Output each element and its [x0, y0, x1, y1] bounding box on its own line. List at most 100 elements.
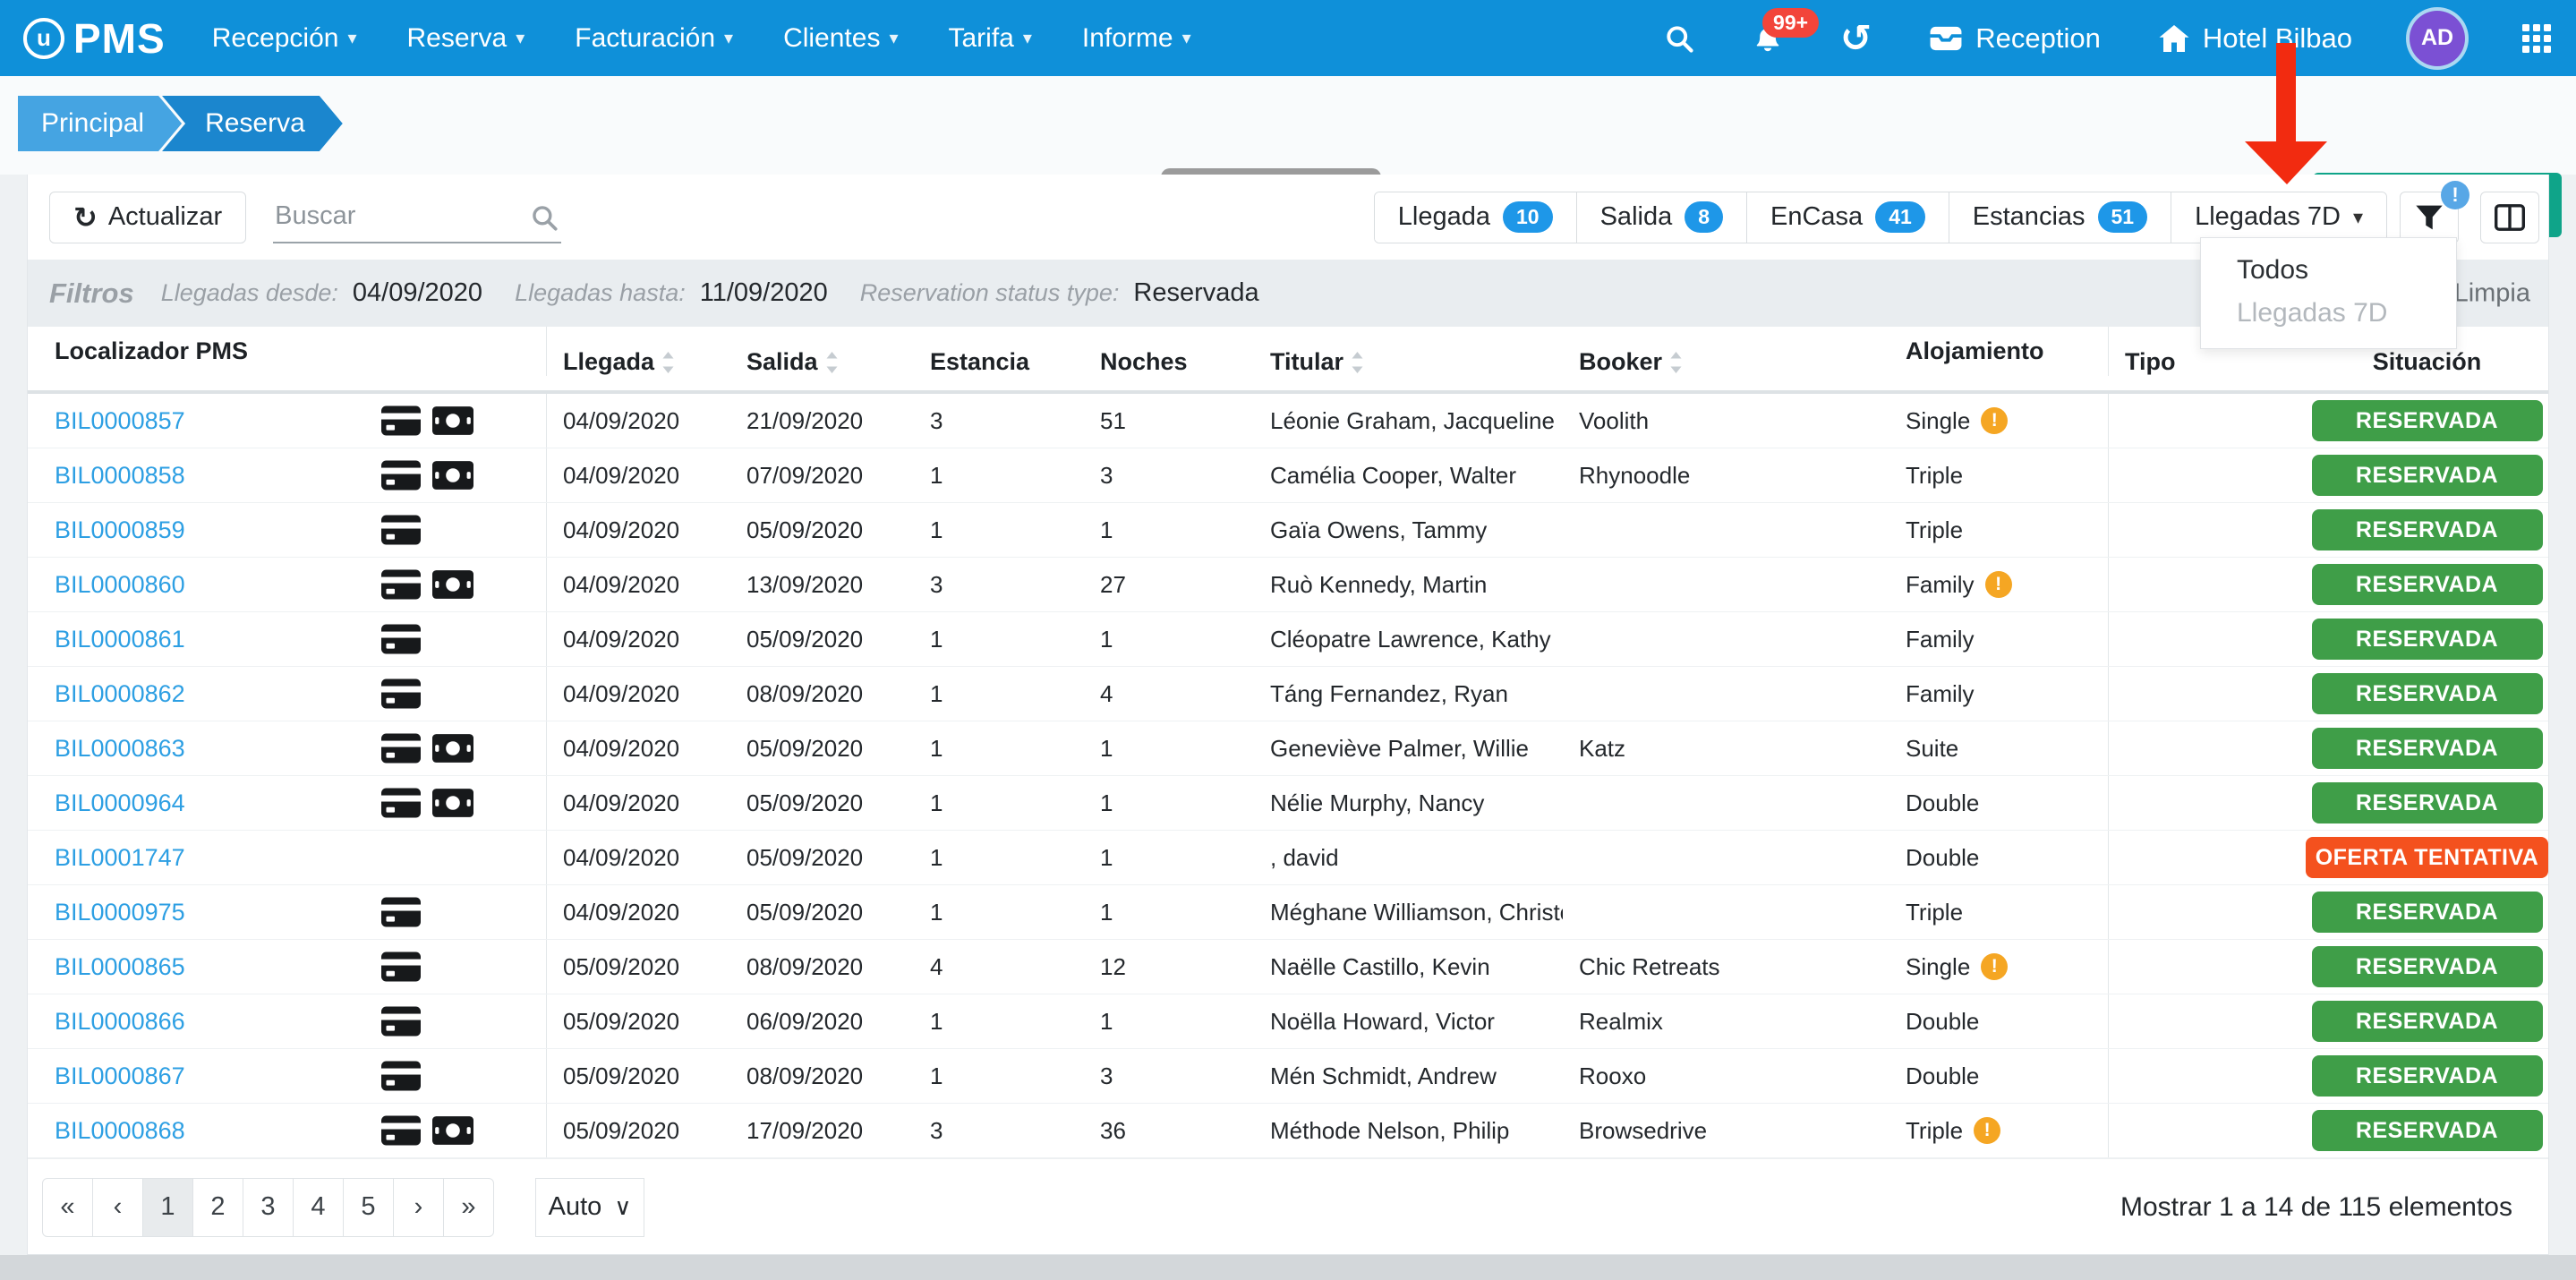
workstation-label: Reception [1975, 22, 2101, 55]
cell-llegada: 04/09/2020 [547, 516, 730, 544]
col-booker[interactable]: Booker [1563, 348, 1889, 376]
reservation-link[interactable]: BIL0000975 [55, 899, 185, 926]
notifications-bell-icon[interactable]: 99+ [1753, 22, 1783, 55]
quick-filter-estancias[interactable]: Estancias51 [1949, 192, 2171, 243]
filter-button[interactable] [2400, 192, 2459, 243]
refresh-icon: ↻ [73, 201, 98, 235]
nav-menu-informe[interactable]: Informe▾ [1082, 23, 1191, 54]
page-button-2[interactable]: 2 [192, 1178, 243, 1237]
reservation-link[interactable]: BIL0000857 [55, 407, 185, 435]
page-button-5[interactable]: 5 [343, 1178, 394, 1237]
col-estancia: Estancia [914, 348, 1084, 376]
filter-value: 04/09/2020 [353, 278, 482, 308]
search-input[interactable] [273, 192, 561, 242]
cell-estancia: 3 [914, 1117, 1084, 1145]
filter-label: Llegadas hasta: [515, 279, 686, 307]
alojamiento-label: Triple [1906, 899, 1963, 926]
table-row: BIL000086304/09/202005/09/202011Genevièv… [28, 721, 2548, 776]
quick-filter-label: Llegadas 7D [2195, 202, 2341, 232]
page-button-3[interactable]: 3 [243, 1178, 294, 1237]
home-icon [2158, 23, 2190, 54]
apps-grid-icon[interactable] [2522, 24, 2551, 53]
cell-situacion: RESERVADA [2306, 892, 2548, 933]
user-avatar[interactable]: AD [2410, 11, 2465, 66]
alojamiento-label: Double [1906, 1008, 1979, 1036]
reservation-link[interactable]: BIL0000858 [55, 462, 185, 490]
page-button-[interactable]: » [443, 1178, 494, 1237]
cash-icon [432, 733, 473, 764]
nav-menu-tarifa[interactable]: Tarifa▾ [949, 23, 1032, 54]
search-input-icon [529, 202, 559, 237]
reservation-link[interactable]: BIL0001747 [55, 844, 185, 872]
reservation-link[interactable]: BIL0000865 [55, 953, 185, 981]
card-icon [381, 733, 421, 764]
alojamiento-label: Double [1906, 844, 1979, 872]
col-label: Localizador PMS [55, 337, 248, 365]
cell-llegada: 04/09/2020 [547, 680, 730, 708]
cell-llegada: 05/09/2020 [547, 953, 730, 981]
reservation-link[interactable]: BIL0000862 [55, 680, 185, 708]
reservation-link[interactable]: BIL0000859 [55, 516, 185, 544]
nav-menu-reserva[interactable]: Reserva▾ [407, 23, 525, 54]
col-label: Situación [2373, 348, 2482, 376]
reservation-link[interactable]: BIL0000861 [55, 626, 185, 653]
history-icon[interactable]: ↺ [1840, 20, 1872, 57]
dropdown-item-llegadas-7d[interactable]: Llegadas 7D [2201, 292, 2456, 335]
cell-alojamiento: Single [1889, 940, 2109, 994]
per-page-select[interactable]: Auto ∨ [535, 1178, 644, 1237]
col-llegada[interactable]: Llegada [547, 348, 730, 376]
cell-estancia: 1 [914, 899, 1084, 926]
cell-alojamiento: Double [1889, 776, 2109, 830]
breadcrumb-principal[interactable]: Principal [18, 96, 182, 151]
search-icon[interactable] [1663, 22, 1695, 55]
page-button-[interactable]: › [393, 1178, 444, 1237]
reservation-link[interactable]: BIL0000863 [55, 735, 185, 763]
quick-filter-llegada[interactable]: Llegada10 [1375, 192, 1576, 243]
quick-filter-llegadas-7d[interactable]: Llegadas 7D▾ [2171, 192, 2386, 243]
columns-button[interactable] [2480, 192, 2539, 243]
workstation-selector[interactable]: Reception [1929, 22, 2101, 55]
page-button-4[interactable]: 4 [293, 1178, 344, 1237]
reservation-link[interactable]: BIL0000867 [55, 1062, 185, 1090]
table-row: BIL000085904/09/202005/09/202011Gaïa Owe… [28, 503, 2548, 558]
chevron-down-icon: ▾ [1023, 27, 1032, 49]
page-button-1[interactable]: 1 [142, 1178, 193, 1237]
page-button-[interactable]: ‹ [92, 1178, 143, 1237]
nav-menu-facturacion[interactable]: Facturación▾ [575, 23, 733, 54]
cell-noches: 12 [1084, 953, 1254, 981]
table-row: BIL000086505/09/202008/09/2020412Naëlle … [28, 940, 2548, 994]
col-titular[interactable]: Titular [1254, 348, 1563, 376]
quick-filter-encasa[interactable]: EnCasa41 [1746, 192, 1949, 243]
cell-localizador: BIL0000862 [28, 667, 547, 721]
dropdown-item-todos[interactable]: Todos [2201, 249, 2456, 292]
pms-reservations-page: u PMS Recepción▾Reserva▾Facturación▾Clie… [0, 0, 2576, 1280]
cell-booker: Voolith [1563, 407, 1889, 435]
page-button-[interactable]: « [42, 1178, 93, 1237]
cell-noches: 1 [1084, 899, 1254, 926]
col-salida[interactable]: Salida [730, 348, 914, 376]
reservation-link[interactable]: BIL0000964 [55, 789, 185, 817]
reservation-link[interactable]: BIL0000860 [55, 571, 185, 599]
cell-estancia: 1 [914, 516, 1084, 544]
cell-salida: 08/09/2020 [730, 680, 914, 708]
filter-alert-badge [2441, 181, 2469, 209]
alojamiento-label: Suite [1906, 735, 1958, 763]
arrivals-filter-dropdown: TodosLlegadas 7D [2200, 237, 2457, 349]
status-badge: RESERVADA [2312, 673, 2543, 714]
status-badge: RESERVADA [2312, 1110, 2543, 1151]
refresh-button[interactable]: ↻ Actualizar [49, 192, 246, 243]
table-row: BIL000174704/09/202005/09/202011, davidD… [28, 831, 2548, 885]
nav-menu-recepcion[interactable]: Recepción▾ [212, 23, 357, 54]
quick-filter-salida[interactable]: Salida8 [1576, 192, 1746, 243]
breadcrumb-reserva[interactable]: Reserva [162, 96, 343, 151]
cell-alojamiento: Single [1889, 394, 2109, 448]
alojamiento-label: Family [1906, 571, 1975, 599]
reservation-link[interactable]: BIL0000868 [55, 1117, 185, 1145]
nav-menu-clientes[interactable]: Clientes▾ [783, 23, 898, 54]
filter-label: Reservation status type: [860, 279, 1120, 307]
sort-icon [825, 352, 839, 373]
cell-llegada: 04/09/2020 [547, 844, 730, 872]
reservation-link[interactable]: BIL0000866 [55, 1008, 185, 1036]
cell-titular: Noëlla Howard, Victor [1254, 1008, 1563, 1036]
clear-filters-link[interactable]: Limpia [2454, 278, 2530, 308]
